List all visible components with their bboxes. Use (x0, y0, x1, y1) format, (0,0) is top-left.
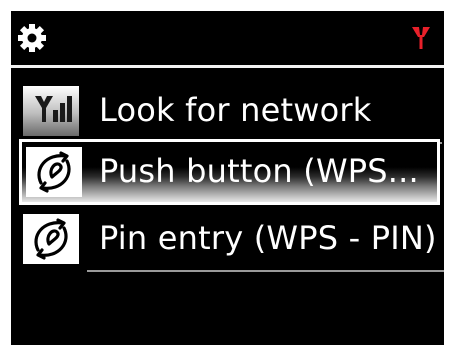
wps-icon (23, 214, 79, 264)
menu-item-label: Look for network (99, 91, 372, 129)
status-bar (11, 11, 444, 66)
device-screen: Look for network Push button (WPS... Pin… (0, 0, 454, 355)
display-panel: Look for network Push button (WPS... Pin… (11, 11, 444, 345)
antenna-icon (412, 27, 430, 49)
gear-icon[interactable] (17, 23, 47, 53)
menu-item-push-button-wps[interactable]: Push button (WPS... (19, 139, 440, 205)
menu-item-label: Pin entry (WPS - PIN) (99, 219, 437, 257)
wps-icon (26, 147, 82, 197)
menu-item-look-for-network[interactable]: Look for network (11, 78, 444, 144)
item-divider (87, 270, 444, 272)
header-divider (11, 65, 444, 68)
signal-bars-icon (23, 86, 79, 136)
menu-item-pin-entry-wps-pin[interactable]: Pin entry (WPS - PIN) (11, 206, 444, 272)
menu-item-label: Push button (WPS... (99, 152, 419, 190)
